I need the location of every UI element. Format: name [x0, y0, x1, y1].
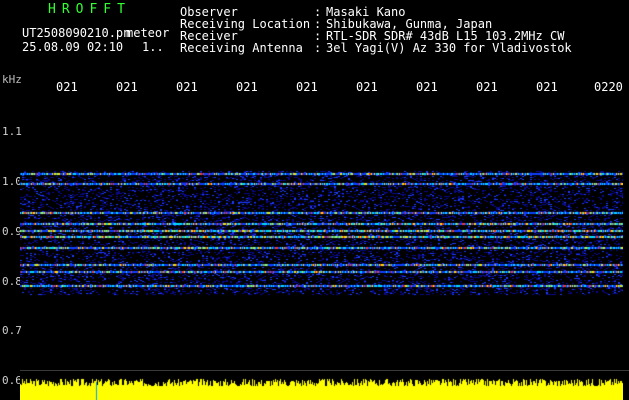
time-tick: 021: [236, 80, 258, 94]
time-tick: 0220: [594, 80, 623, 94]
time-tick: 021: [176, 80, 198, 94]
freq-label: 0.9: [2, 225, 22, 238]
filename-label: UT2508090210.pn: [22, 26, 131, 40]
field-sep: :: [314, 41, 322, 55]
time-tick: 021: [356, 80, 378, 94]
field-value-antenna: 3el Yagi(V) Az 330 for Vladivostok: [326, 41, 572, 55]
datetime-label: 25.08.09 02:10: [22, 40, 124, 54]
time-tick: 021: [416, 80, 438, 94]
freq-label: 1.1: [2, 125, 22, 138]
time-tick: 021: [56, 80, 78, 94]
field-label-antenna: Receiving Antenna: [180, 41, 303, 55]
page-indicator: 1..: [142, 40, 164, 54]
time-tick: 021: [536, 80, 558, 94]
freq-label: 0.6: [2, 374, 22, 387]
spectrogram-plot: [20, 167, 623, 297]
time-tick: 021: [476, 80, 498, 94]
time-tick: 021: [116, 80, 138, 94]
baseline-divider: [20, 370, 629, 371]
signal-level-bar: [20, 376, 623, 400]
mode-label: meteor: [126, 26, 170, 40]
freq-label: 0.7: [2, 324, 22, 337]
freq-label: 1.0: [2, 175, 22, 188]
time-tick: 021: [296, 80, 318, 94]
freq-label: 0.8: [2, 275, 22, 288]
unit-label: kHz: [2, 73, 22, 86]
hrofft-logo: HROFFT: [48, 2, 131, 17]
